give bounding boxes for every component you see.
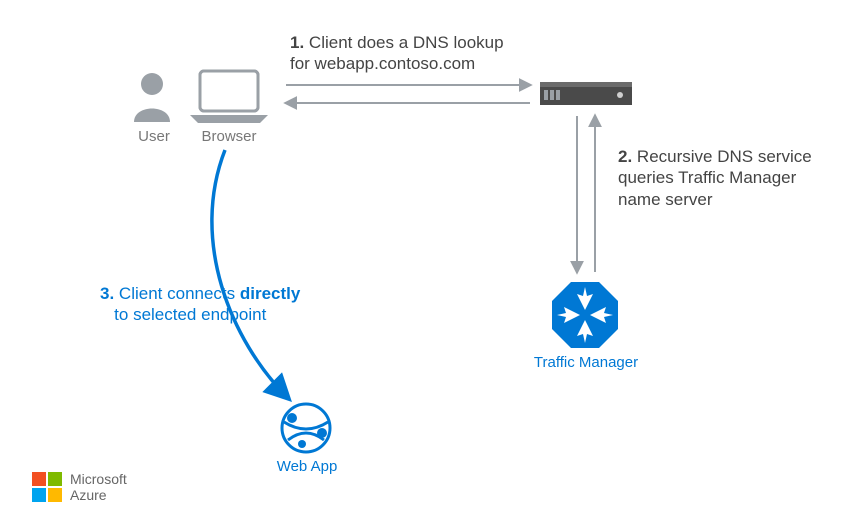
diagram-arrows xyxy=(0,0,852,529)
logo-line2: Azure xyxy=(70,487,127,503)
step2-line2: queries Traffic Manager xyxy=(618,168,796,187)
step2-line1: Recursive DNS service xyxy=(637,147,812,166)
step1-num: 1. xyxy=(290,33,304,52)
logo-line1: Microsoft xyxy=(70,471,127,487)
step3-line2: to selected endpoint xyxy=(114,305,266,324)
microsoft-azure-logo: Microsoft Azure xyxy=(32,471,127,503)
step2-num: 2. xyxy=(618,147,632,166)
step3-prefix: Client connects xyxy=(119,284,240,303)
microsoft-azure-text: Microsoft Azure xyxy=(70,471,127,503)
step2-line3: name server xyxy=(618,190,712,209)
arrow-step3 xyxy=(212,150,288,398)
microsoft-logo-icon xyxy=(32,472,62,502)
step3-text: 3. Client connects directly to selected … xyxy=(100,283,300,326)
step3-bold: directly xyxy=(240,284,300,303)
step2-text: 2. Recursive DNS service queries Traffic… xyxy=(618,146,812,210)
step1-line2: for webapp.contoso.com xyxy=(290,54,475,73)
step1-text: 1. Client does a DNS lookup for webapp.c… xyxy=(290,32,504,75)
step3-num: 3. xyxy=(100,284,114,303)
step1-line1: Client does a DNS lookup xyxy=(309,33,504,52)
